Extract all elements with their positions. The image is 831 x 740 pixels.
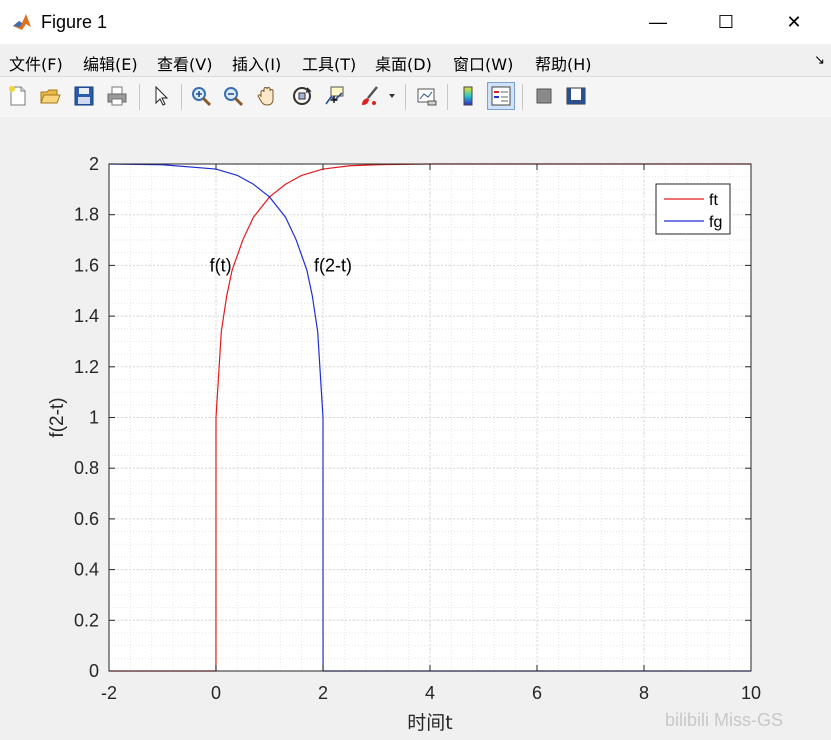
data-cursor-button[interactable] [321, 83, 347, 109]
menu-edit[interactable]: 编辑(E) [83, 51, 138, 75]
close-icon: ✕ [786, 11, 802, 32]
y-tick-label: 2 [89, 154, 99, 174]
print-button[interactable] [104, 83, 130, 109]
insert-legend-button[interactable] [487, 82, 515, 110]
rotate-3d-button[interactable] [289, 83, 315, 109]
window-title: Figure 1 [41, 12, 108, 32]
y-tick-label: 1 [89, 408, 99, 428]
toolbar-separator [522, 84, 523, 110]
y-tick-label: 0.6 [74, 509, 99, 529]
close-button[interactable]: ✕ [760, 0, 828, 44]
menu-view[interactable]: 查看(V) [157, 51, 212, 75]
legend[interactable]: ft fg [655, 183, 731, 235]
figure-window: Figure 1 — ☐ ✕ 文件(F) 编辑(E) 查看(V) 插入(I) 工… [0, 0, 831, 740]
insert-colorbar-icon [463, 86, 473, 106]
figure-toolbar [0, 76, 831, 118]
menu-tools[interactable]: 工具(T) [302, 51, 356, 75]
x-tick-label: 4 [425, 683, 435, 703]
y-tick-label: 1.4 [74, 306, 99, 326]
pan-button[interactable] [254, 83, 280, 109]
zoom-out-icon [224, 87, 244, 107]
print-icon [107, 86, 127, 106]
open-file-icon [40, 89, 61, 104]
matlab-logo-icon [11, 11, 33, 33]
menu-bar: 文件(F) 编辑(E) 查看(V) 插入(I) 工具(T) 桌面(D) 窗口(W… [0, 44, 831, 76]
y-tick-label: 0.8 [74, 458, 99, 478]
title-bar: Figure 1 — ☐ ✕ [0, 0, 831, 44]
brush-button[interactable] [356, 83, 382, 109]
toolbar-separator [181, 84, 182, 110]
chart: -2 0 2 4 6 8 1000.20.40.60.811.21.41.61.82 时间t… [47, 154, 761, 734]
pan-icon [257, 87, 274, 106]
x-tick-label: 2 [318, 683, 328, 703]
hide-plot-tools-button[interactable] [531, 83, 557, 109]
figure-canvas: -2 0 2 4 6 8 10 0 0.2 0.4 0.6 0.8 1 1.2 1.4 1.6 1.8 2 时间t… [0, 117, 831, 740]
y-tick-label: 1.8 [74, 205, 99, 225]
save-icon [74, 86, 94, 106]
y-axis-label: f(2-t) [47, 397, 68, 437]
x-axis-label: 时间t [407, 712, 452, 734]
x-tick-label: 8 [639, 683, 649, 703]
insert-legend-icon [491, 86, 511, 106]
brush-icon [362, 86, 378, 105]
show-plot-tools-icon [566, 87, 586, 105]
show-plot-tools-button[interactable] [563, 83, 589, 109]
hide-plot-tools-icon [536, 88, 552, 104]
y-tick-label: 1.6 [74, 255, 99, 275]
open-file-button[interactable] [37, 83, 63, 109]
pointer-icon [155, 85, 169, 106]
y-tick-label: 0.4 [74, 560, 99, 580]
new-figure-button[interactable] [5, 83, 31, 109]
menu-help[interactable]: 帮助(H) [535, 51, 592, 75]
brush-dropdown-button[interactable] [385, 83, 399, 109]
toolbar-separator [139, 84, 140, 110]
chevron-down-icon [389, 94, 395, 98]
maximize-icon: ☐ [717, 11, 735, 32]
insert-colorbar-button[interactable] [455, 83, 481, 109]
x-tick-label: 10 [741, 683, 761, 703]
toolbar-separator [405, 84, 406, 110]
y-tick-label: 0.2 [74, 610, 99, 630]
zoom-in-icon [192, 87, 212, 107]
minimize-button[interactable]: — [624, 0, 692, 44]
annotation-label: f(2-t) [314, 255, 352, 275]
maximize-button[interactable]: ☐ [692, 0, 760, 44]
minimize-icon: — [649, 11, 667, 32]
zoom-in-button[interactable] [188, 83, 214, 109]
legend-label-ft: ft [709, 192, 718, 209]
menu-desktop[interactable]: 桌面(D) [375, 51, 432, 75]
dock-figure-icon[interactable]: ↘ [814, 52, 825, 68]
y-tick-label: 1.2 [74, 357, 99, 377]
x-tick-label: 6 [532, 683, 542, 703]
annotation-label: f(t) [210, 255, 232, 275]
new-figure-icon [9, 86, 26, 106]
link-plot-icon [417, 88, 437, 106]
menu-file[interactable]: 文件(F) [9, 51, 63, 75]
x-tick-label: 0 [211, 683, 221, 703]
rotate-3d-icon [293, 87, 312, 105]
x-tick-label: -2 [101, 683, 117, 703]
menu-window[interactable]: 窗口(W) [453, 51, 513, 75]
pointer-button[interactable] [148, 83, 174, 109]
link-plot-button[interactable] [414, 83, 440, 109]
save-button[interactable] [71, 83, 97, 109]
legend-label-fg: fg [709, 214, 722, 231]
zoom-out-button[interactable] [220, 83, 246, 109]
data-cursor-icon [325, 86, 344, 105]
toolbar-separator [447, 84, 448, 110]
watermark: bilibili Miss-GS [665, 710, 784, 730]
y-tick-label: 0 [89, 661, 99, 681]
menu-insert[interactable]: 插入(I) [232, 51, 281, 75]
